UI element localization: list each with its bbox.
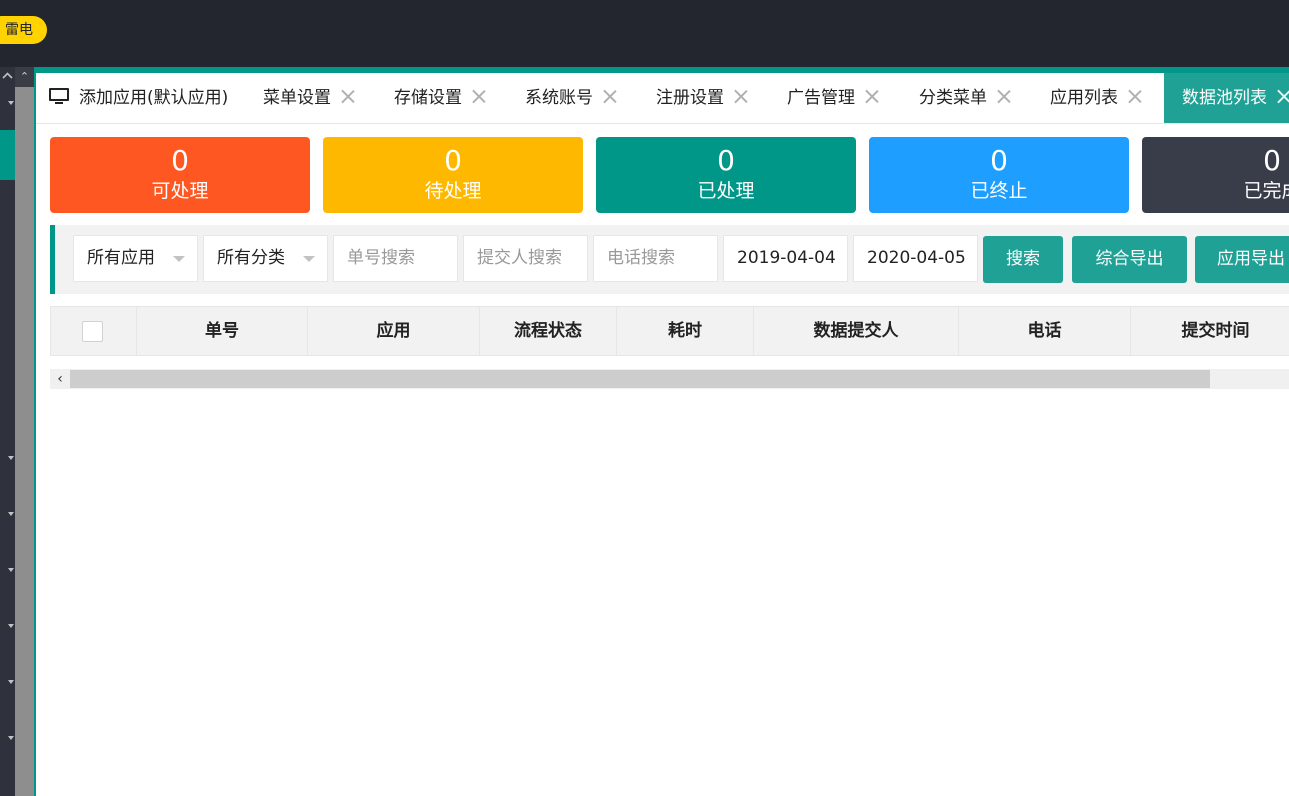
select-all-checkbox[interactable] <box>82 321 103 342</box>
stat-label: 已完成 <box>1243 180 1289 202</box>
tab-ad-management[interactable]: 广告管理 <box>787 73 879 123</box>
tab-label: 添加应用(默认应用) <box>79 88 229 108</box>
stat-card-pending[interactable]: 0 待处理 <box>323 137 583 213</box>
tab-label: 系统账号 <box>525 88 593 108</box>
app-window: 雷电 ⌃ 添加应用(默认应用) 菜单设置 存储设置 系统账号 注册设置 广告管理… <box>0 0 1289 796</box>
chevron-down-icon[interactable] <box>8 624 14 628</box>
chevron-down-icon[interactable] <box>8 736 14 740</box>
chevron-up-icon[interactable] <box>2 71 13 81</box>
column-header[interactable]: 数据提交人 <box>753 307 958 355</box>
submitter-search-input[interactable]: 提交人搜索 <box>463 235 588 282</box>
chevron-down-icon[interactable] <box>8 568 14 572</box>
tab-storage-settings[interactable]: 存储设置 <box>394 73 486 123</box>
stat-count: 0 <box>171 144 189 177</box>
tab-label: 存储设置 <box>394 88 462 108</box>
select-all-cell <box>51 307 136 355</box>
chevron-down-icon[interactable] <box>8 680 14 684</box>
close-icon[interactable] <box>341 89 355 103</box>
chevron-down-icon <box>303 256 315 262</box>
close-icon[interactable] <box>865 89 879 103</box>
tab-label: 广告管理 <box>787 88 855 108</box>
scrollbar-thumb[interactable] <box>15 87 34 796</box>
phone-search-input[interactable]: 电话搜索 <box>593 235 718 282</box>
stat-count: 0 <box>1263 144 1281 177</box>
tab-menu-settings[interactable]: 菜单设置 <box>263 73 355 123</box>
table-horizontal-scrollbar[interactable]: ‹ <box>50 369 1289 389</box>
column-header[interactable]: 电话 <box>958 307 1130 355</box>
export-app-button[interactable]: 应用导出 <box>1195 236 1289 283</box>
stat-label: 已处理 <box>697 180 755 202</box>
column-header[interactable]: 单号 <box>136 307 307 355</box>
export-all-button[interactable]: 综合导出 <box>1072 236 1187 283</box>
sidebar-scrollbar[interactable]: ⌃ <box>15 67 34 796</box>
stat-card-processable[interactable]: 0 可处理 <box>50 137 310 213</box>
app-select-value: 所有应用 <box>87 248 155 268</box>
filter-bar: 所有应用 所有分类 单号搜索 提交人搜索 电话搜索 2019-04-04 202… <box>50 225 1289 294</box>
column-header[interactable]: 耗时 <box>616 307 753 355</box>
column-header[interactable]: 流程状态 <box>479 307 616 355</box>
chevron-down-icon[interactable] <box>8 512 14 516</box>
stat-label: 待处理 <box>424 180 482 202</box>
stat-card-terminated[interactable]: 0 已终止 <box>869 137 1129 213</box>
tab-register-settings[interactable]: 注册设置 <box>656 73 748 123</box>
tab-data-pool-list[interactable]: 数据池列表 <box>1164 73 1289 123</box>
category-select[interactable]: 所有分类 <box>203 235 328 282</box>
tab-add-app[interactable]: 添加应用(默认应用) <box>49 73 228 123</box>
search-button[interactable]: 搜索 <box>983 236 1063 283</box>
tab-label: 分类菜单 <box>919 88 987 108</box>
tab-category-menu[interactable]: 分类菜单 <box>919 73 1011 123</box>
scroll-left-icon[interactable]: ‹ <box>50 369 70 389</box>
tab-label: 应用列表 <box>1050 88 1118 108</box>
sidebar-item-active[interactable] <box>0 130 15 180</box>
tab-bar: 添加应用(默认应用) 菜单设置 存储设置 系统账号 注册设置 广告管理 分类菜单… <box>36 73 1289 124</box>
left-sidebar <box>0 67 15 796</box>
close-icon[interactable] <box>1128 89 1142 103</box>
tab-label: 数据池列表 <box>1182 88 1267 108</box>
close-icon[interactable] <box>997 89 1011 103</box>
scroll-up-icon[interactable]: ⌃ <box>15 67 34 87</box>
column-header[interactable]: 提交时间 <box>1130 307 1289 355</box>
category-select-value: 所有分类 <box>217 248 285 268</box>
start-date-input[interactable]: 2019-04-04 <box>723 235 848 282</box>
column-header[interactable]: 应用 <box>307 307 479 355</box>
tab-label: 注册设置 <box>656 88 724 108</box>
table-header: 单号 应用 流程状态 耗时 数据提交人 电话 提交时间 <box>50 306 1289 356</box>
close-icon[interactable] <box>603 89 617 103</box>
stat-count: 0 <box>444 144 462 177</box>
tab-system-accounts[interactable]: 系统账号 <box>525 73 617 123</box>
chevron-down-icon[interactable] <box>8 101 14 105</box>
monitor-icon <box>49 88 69 104</box>
user-badge[interactable]: 雷电 <box>0 16 47 44</box>
stat-label: 可处理 <box>151 180 209 202</box>
close-icon[interactable] <box>1277 89 1289 103</box>
tab-app-list[interactable]: 应用列表 <box>1050 73 1142 123</box>
stat-count: 0 <box>990 144 1008 177</box>
chevron-down-icon <box>173 256 185 262</box>
main-content: 添加应用(默认应用) 菜单设置 存储设置 系统账号 注册设置 广告管理 分类菜单… <box>34 67 1289 796</box>
close-icon[interactable] <box>734 89 748 103</box>
chevron-down-icon[interactable] <box>8 456 14 460</box>
top-header: 雷电 <box>0 0 1289 67</box>
stat-count: 0 <box>717 144 735 177</box>
app-select[interactable]: 所有应用 <box>73 235 198 282</box>
end-date-input[interactable]: 2020-04-05 <box>853 235 978 282</box>
tab-label: 菜单设置 <box>263 88 331 108</box>
stat-label: 已终止 <box>970 180 1028 202</box>
stat-card-processed[interactable]: 0 已处理 <box>596 137 856 213</box>
order-number-search-input[interactable]: 单号搜索 <box>333 235 458 282</box>
scrollbar-thumb[interactable] <box>70 370 1210 388</box>
stat-card-completed[interactable]: 0 已完成 <box>1142 137 1289 213</box>
close-icon[interactable] <box>472 89 486 103</box>
